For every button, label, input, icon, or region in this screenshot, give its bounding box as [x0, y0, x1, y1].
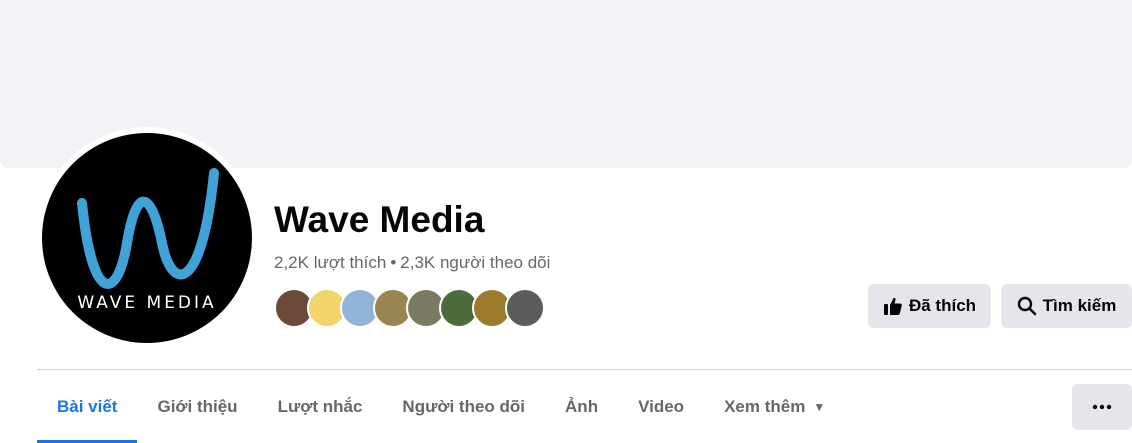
liked-button-label: Đã thích: [908, 296, 977, 315]
tab-label: Người theo dõi: [402, 396, 526, 416]
likes-count[interactable]: 2,2K lượt thích: [274, 253, 386, 272]
search-icon: [1017, 296, 1037, 316]
tab-label: Ảnh: [565, 396, 599, 416]
followers-count[interactable]: 2,3K người theo dõi: [400, 253, 550, 272]
tab-photos[interactable]: Ảnh: [545, 370, 618, 443]
tab-followers[interactable]: Người theo dõi: [382, 370, 545, 443]
liked-button[interactable]: Đã thích: [868, 284, 991, 328]
page-stats: 2,2K lượt thích • 2,3K người theo dõi: [274, 253, 550, 273]
search-button-label: Tìm kiếm: [1042, 296, 1117, 315]
tab-label: Bài viết: [57, 396, 118, 416]
ellipsis-icon: [1092, 404, 1112, 410]
tab-label: Lượt nhắc: [277, 396, 363, 416]
tab-about[interactable]: Giới thiệu: [137, 370, 257, 443]
tab-label: Giới thiệu: [157, 396, 238, 416]
caret-down-icon: ▼: [813, 399, 826, 414]
friend-avatars: [274, 288, 574, 328]
page-title[interactable]: Wave Media: [274, 199, 484, 241]
profile-picture[interactable]: WAVE MEDIA: [42, 133, 252, 343]
tab-label: Video: [638, 396, 685, 416]
thumbs-up-icon: [883, 296, 903, 316]
page-tabs: Bài viết Giới thiệu Lượt nhắc Người theo…: [37, 370, 845, 443]
tab-posts[interactable]: Bài viết: [37, 370, 138, 443]
tab-videos[interactable]: Video: [618, 370, 704, 443]
stats-separator: •: [390, 253, 397, 272]
search-button[interactable]: Tìm kiếm: [1001, 284, 1132, 328]
logo-text: WAVE MEDIA: [77, 293, 217, 313]
tab-label: Xem thêm: [724, 396, 806, 416]
more-options-button[interactable]: [1072, 384, 1132, 430]
tab-see-more[interactable]: Xem thêm ▼: [704, 370, 845, 443]
friend-avatar[interactable]: [505, 288, 545, 328]
tab-mentions[interactable]: Lượt nhắc: [258, 370, 383, 443]
